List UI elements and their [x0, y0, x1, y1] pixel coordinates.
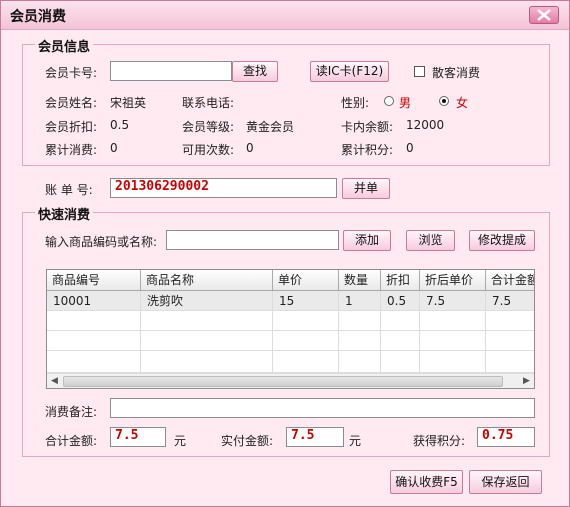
find-button[interactable]: 查找 — [232, 61, 278, 82]
paid-amount-unit: 元 — [349, 434, 362, 448]
confirm-charge-button[interactable]: 确认收费F5 — [390, 470, 463, 494]
edit-commission-button[interactable]: 修改提成 — [469, 230, 535, 251]
empty-cell — [339, 311, 381, 331]
close-icon — [537, 9, 551, 21]
browse-button[interactable]: 浏览 — [406, 230, 455, 251]
quick-consume-title: 快速消费 — [35, 204, 94, 223]
discount-value: 0.5 — [110, 118, 130, 132]
empty-cell — [381, 331, 420, 351]
empty-cell — [47, 311, 141, 331]
empty-cell — [420, 351, 486, 373]
table-cell[interactable]: 1 — [339, 291, 381, 311]
phone-label: 联系电话: — [182, 96, 235, 110]
table-cell[interactable]: 7.5 — [420, 291, 486, 311]
card-no-label: 会员卡号: — [45, 66, 98, 80]
empty-cell — [339, 331, 381, 351]
empty-cell — [273, 311, 339, 331]
table-cell[interactable]: 7.5 — [486, 291, 534, 311]
horizontal-scrollbar[interactable]: ◀ ▶ — [47, 373, 534, 388]
gender-male-radio[interactable] — [384, 96, 394, 106]
member-consumption-dialog: 会员消费 会员信息 会员卡号: 查找 读IC卡(F12) 散客消费 会员姓名: … — [0, 0, 570, 507]
level-label: 会员等级: — [182, 120, 235, 134]
gender-label: 性别: — [341, 96, 370, 110]
points-label: 累计积分: — [341, 143, 394, 157]
name-value: 宋祖英 — [110, 96, 147, 110]
scroll-thumb[interactable] — [63, 376, 503, 387]
add-button[interactable]: 添加 — [343, 230, 391, 251]
member-info-title: 会员信息 — [35, 36, 94, 55]
balance-label: 卡内余额: — [341, 120, 394, 134]
empty-cell — [486, 311, 534, 331]
walkin-label: 散客消费 — [432, 66, 481, 80]
total-amount-label: 合计金额: — [45, 434, 98, 448]
scroll-left-icon[interactable]: ◀ — [47, 374, 62, 388]
total-amount-unit: 元 — [174, 434, 187, 448]
col-header-total[interactable]: 合计金额 — [486, 270, 534, 291]
empty-cell — [273, 331, 339, 351]
remark-input[interactable] — [110, 398, 535, 418]
col-header-code[interactable]: 商品编号 — [47, 270, 141, 291]
close-button[interactable] — [529, 6, 559, 24]
empty-cell — [420, 331, 486, 351]
title-bar: 会员消费 — [1, 1, 569, 30]
empty-cell — [47, 331, 141, 351]
empty-cell — [420, 311, 486, 331]
card-no-input[interactable] — [110, 61, 232, 81]
points-value: 0 — [406, 141, 414, 155]
bill-no-label: 账 单 号: — [45, 183, 93, 197]
read-ic-card-button[interactable]: 读IC卡(F12) — [310, 61, 389, 82]
empty-cell — [273, 351, 339, 373]
times-value: 0 — [246, 141, 254, 155]
earned-points-field[interactable]: 0.75 — [477, 427, 535, 447]
empty-cell — [486, 331, 534, 351]
table-cell[interactable]: 洗剪吹 — [141, 291, 273, 311]
col-header-discount[interactable]: 折扣 — [381, 270, 420, 291]
empty-cell — [47, 351, 141, 373]
balance-value: 12000 — [406, 118, 445, 132]
level-value: 黄金会员 — [246, 120, 295, 134]
total-spent-value: 0 — [110, 141, 118, 155]
col-header-discounted-price[interactable]: 折后单价 — [420, 270, 486, 291]
earned-points-label: 获得积分: — [413, 434, 466, 448]
col-header-name[interactable]: 商品名称 — [141, 270, 273, 291]
table-cell[interactable]: 0.5 — [381, 291, 420, 311]
member-info-group: 会员信息 — [22, 36, 550, 166]
total-amount-field[interactable]: 7.5 — [110, 427, 166, 447]
save-return-button[interactable]: 保存返回 — [469, 470, 542, 494]
bill-no-input[interactable]: 201306290002 — [110, 178, 337, 198]
paid-amount-field[interactable]: 7.5 — [286, 427, 344, 447]
empty-cell — [141, 311, 273, 331]
gender-female-label: 女 — [456, 96, 469, 110]
paid-amount-label: 实付金额: — [221, 434, 274, 448]
table-cell[interactable]: 10001 — [47, 291, 141, 311]
product-search-label: 输入商品编码或名称: — [45, 235, 158, 249]
empty-cell — [339, 351, 381, 373]
name-label: 会员姓名: — [45, 96, 98, 110]
empty-cell — [141, 331, 273, 351]
walkin-checkbox[interactable] — [414, 66, 425, 77]
empty-cell — [486, 351, 534, 373]
empty-cell — [381, 311, 420, 331]
remark-label: 消费备注: — [45, 405, 98, 419]
window-title: 会员消费 — [10, 9, 66, 25]
gender-male-label: 男 — [399, 96, 412, 110]
empty-cell — [141, 351, 273, 373]
total-spent-label: 累计消费: — [45, 143, 98, 157]
gender-female-radio[interactable] — [439, 96, 449, 106]
col-header-qty[interactable]: 数量 — [339, 270, 381, 291]
times-label: 可用次数: — [182, 143, 235, 157]
col-header-price[interactable]: 单价 — [273, 270, 339, 291]
product-search-input[interactable] — [166, 230, 339, 250]
scroll-right-icon[interactable]: ▶ — [519, 374, 534, 388]
merge-bill-button[interactable]: 并单 — [342, 178, 390, 199]
discount-label: 会员折扣: — [45, 120, 98, 134]
product-table[interactable]: 商品编号 商品名称 单价 数量 折扣 折后单价 合计金额 10001 洗剪吹 1… — [46, 269, 535, 389]
empty-cell — [381, 351, 420, 373]
table-cell[interactable]: 15 — [273, 291, 339, 311]
